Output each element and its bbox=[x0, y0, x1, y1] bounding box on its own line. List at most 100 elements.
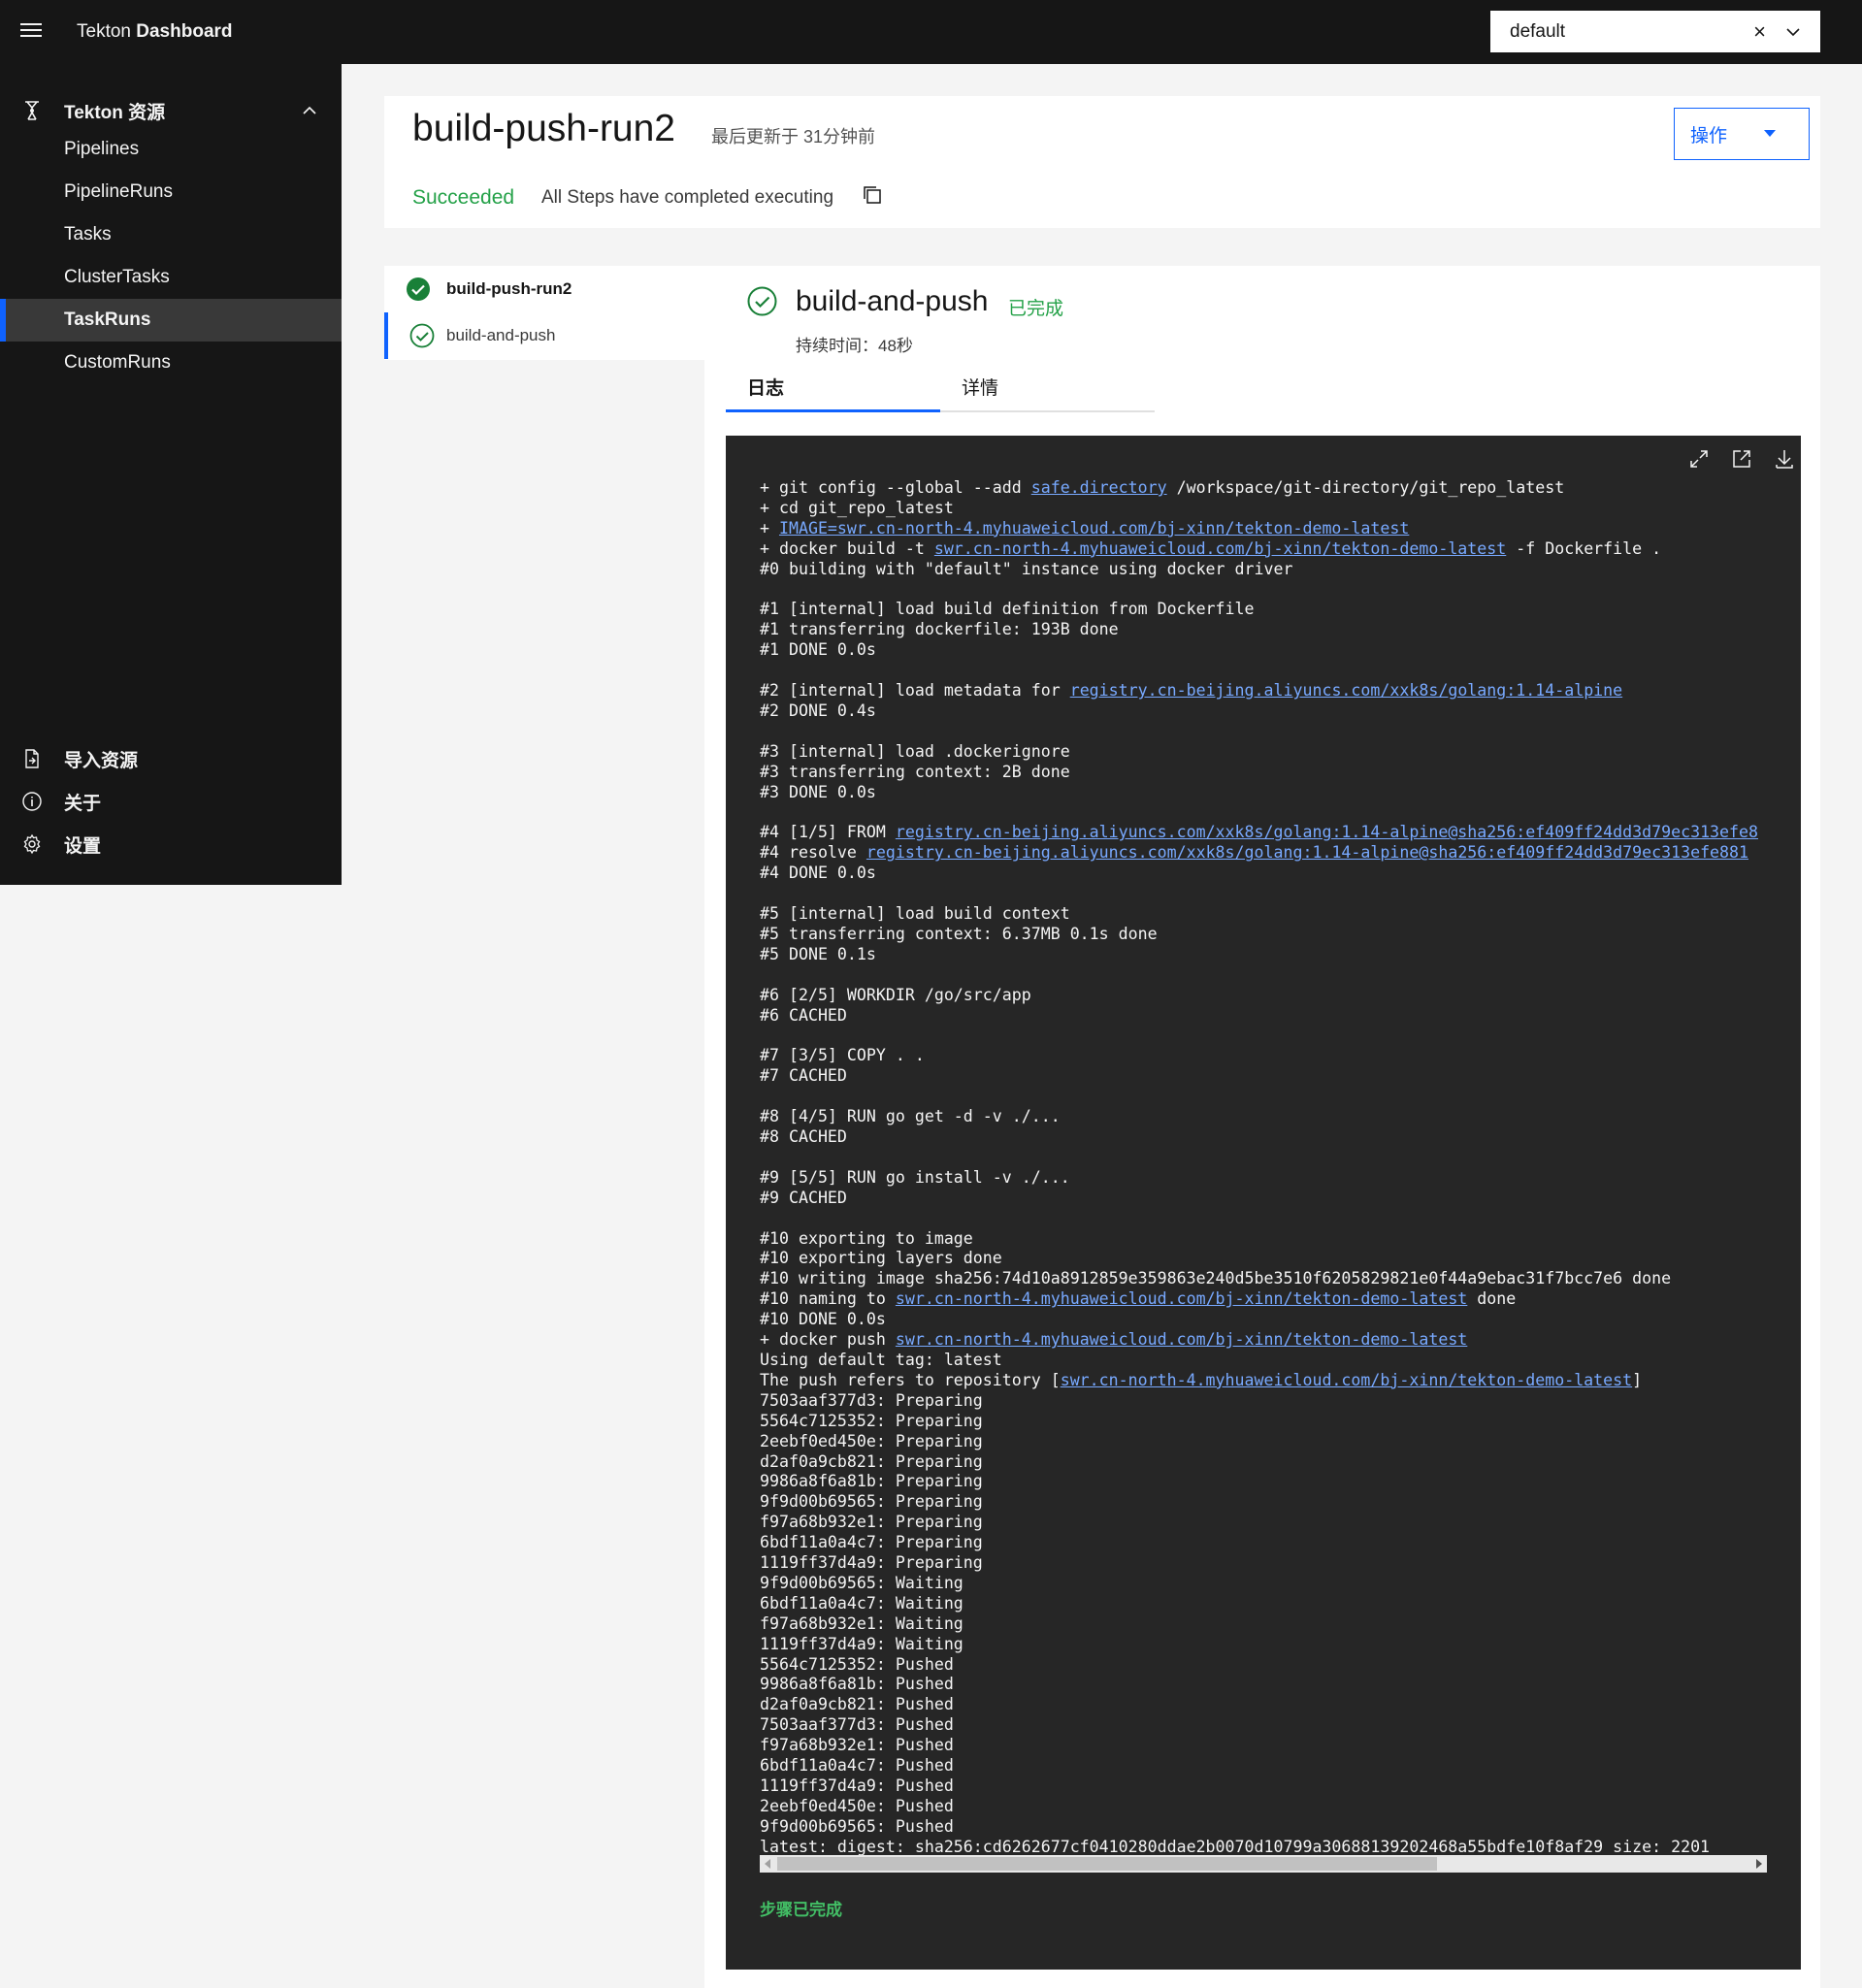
log-link[interactable]: registry.cn-beijing.aliyuncs.com/xxk8s/g… bbox=[1070, 681, 1622, 700]
sidebar-item-settings[interactable]: 设置 bbox=[0, 823, 342, 865]
actions-button[interactable]: 操作 bbox=[1674, 108, 1810, 160]
log-line: #4 resolve registry.cn-beijing.aliyuncs.… bbox=[760, 843, 1749, 863]
log-link[interactable]: swr.cn-north-4.myhuaweicloud.com/bj-xinn… bbox=[934, 539, 1506, 558]
log-line: #9 [5/5] RUN go install -v ./... bbox=[760, 1167, 1070, 1187]
log-line: #6 [2/5] WORKDIR /go/src/app bbox=[760, 985, 1031, 1004]
scrollbar-thumb[interactable] bbox=[777, 1857, 1437, 1871]
log-container: + git config --global --add safe.directo… bbox=[726, 436, 1801, 1970]
status-label: Succeeded bbox=[412, 186, 515, 209]
sidebar-item-about[interactable]: 关于 bbox=[0, 780, 342, 823]
top-header: Tekton Dashboard default × bbox=[0, 0, 1862, 64]
chevron-up-icon[interactable] bbox=[301, 102, 318, 119]
settings-label: 设置 bbox=[64, 835, 102, 857]
log-line: f97a68b932e1: Pushed bbox=[760, 1736, 954, 1755]
sidebar: Tekton 资源 Pipelines PipelineRuns Tasks C… bbox=[0, 64, 342, 885]
check-outline-icon bbox=[747, 286, 777, 316]
log-line: #4 DONE 0.0s bbox=[760, 864, 876, 883]
log-line: #5 [internal] load build context bbox=[760, 904, 1070, 924]
log-line: #5 transferring context: 6.37MB 0.1s don… bbox=[760, 924, 1158, 943]
about-label: 关于 bbox=[64, 793, 102, 814]
sidebar-item-pipelines[interactable]: Pipelines bbox=[0, 128, 342, 171]
log-line: #8 CACHED bbox=[760, 1127, 847, 1146]
tree-item-task[interactable]: build-and-push bbox=[384, 312, 708, 359]
sidebar-item-customruns[interactable]: CustomRuns bbox=[0, 342, 342, 384]
status-message: All Steps have completed executing bbox=[541, 187, 834, 208]
sidebar-item-import-resources[interactable]: 导入资源 bbox=[0, 737, 342, 780]
log-line: #1 transferring dockerfile: 193B done bbox=[760, 620, 1119, 639]
maximize-icon[interactable] bbox=[1687, 447, 1711, 471]
sidebar-item-tasks[interactable]: Tasks bbox=[0, 213, 342, 256]
log-line: #7 CACHED bbox=[760, 1066, 847, 1086]
log-line: 1119ff37d4a9: Preparing bbox=[760, 1553, 983, 1573]
log-line: 9f9d00b69565: Pushed bbox=[760, 1816, 954, 1836]
page-title: build-push-run2 bbox=[412, 108, 676, 149]
log-line: + docker build -t swr.cn-north-4.myhuawe… bbox=[760, 538, 1662, 558]
sidebar-item-clustertasks[interactable]: ClusterTasks bbox=[0, 256, 342, 299]
log-line: #2 [internal] load metadata for registry… bbox=[760, 681, 1623, 701]
brand-bold: Dashboard bbox=[136, 21, 233, 42]
log-line: d2af0a9cb821: Preparing bbox=[760, 1451, 983, 1471]
chevron-down-icon[interactable] bbox=[1785, 24, 1801, 40]
gear-icon bbox=[23, 833, 41, 855]
log-link[interactable]: registry.cn-beijing.aliyuncs.com/xxk8s/g… bbox=[866, 843, 1748, 862]
launch-icon[interactable] bbox=[1730, 447, 1753, 471]
info-icon bbox=[22, 792, 42, 811]
step-details: build-and-push 已完成 持续时间：48秒 日志 详情 + git … bbox=[704, 266, 1820, 1988]
log-line: 5564c7125352: Preparing bbox=[760, 1411, 983, 1430]
tree-task-label: build-and-push bbox=[446, 326, 556, 344]
log-line: 9f9d00b69565: Preparing bbox=[760, 1492, 983, 1512]
log-line: #0 building with "default" instance usin… bbox=[760, 559, 1293, 578]
log-link[interactable]: safe.directory bbox=[1031, 478, 1167, 497]
step-status: 已完成 bbox=[1008, 299, 1064, 319]
log-line: 6bdf11a0a4c7: Pushed bbox=[760, 1756, 954, 1776]
log-link[interactable]: swr.cn-north-4.myhuaweicloud.com/bj-xinn… bbox=[896, 1330, 1467, 1349]
brand-main: Tekton bbox=[77, 21, 131, 42]
log-line: 6bdf11a0a4c7: Waiting bbox=[760, 1593, 964, 1613]
log-line: #4 [1/5] FROM registry.cn-beijing.aliyun… bbox=[760, 823, 1759, 842]
log-link[interactable]: swr.cn-north-4.myhuaweicloud.com/bj-xinn… bbox=[1061, 1371, 1632, 1389]
sidebar-item-pipelineruns[interactable]: PipelineRuns bbox=[0, 171, 342, 213]
tab-logs[interactable]: 日志 bbox=[726, 366, 940, 412]
log-link[interactable]: swr.cn-north-4.myhuaweicloud.com/bj-xinn… bbox=[896, 1289, 1467, 1308]
horizontal-scrollbar[interactable] bbox=[760, 1855, 1767, 1873]
app-title[interactable]: Tekton Dashboard bbox=[77, 0, 233, 64]
log-line: #3 [internal] load .dockerignore bbox=[760, 741, 1070, 761]
copy-icon[interactable] bbox=[862, 184, 883, 206]
sidebar-section-tekton-resources[interactable]: Tekton 资源 bbox=[0, 89, 342, 132]
caret-down-icon bbox=[1764, 130, 1776, 137]
log-link[interactable]: IMAGE=swr.cn-north-4.myhuaweicloud.com/b… bbox=[779, 519, 1409, 538]
step-tabs: 日志 详情 bbox=[726, 366, 1155, 412]
log-line: Using default tag: latest bbox=[760, 1350, 1002, 1369]
menu-icon[interactable] bbox=[20, 19, 44, 43]
tab-details[interactable]: 详情 bbox=[940, 366, 1155, 412]
step-complete-label: 步骤已完成 bbox=[760, 1901, 842, 1919]
tree-item-run[interactable]: build-push-run2 bbox=[384, 266, 704, 312]
sidebar-item-taskruns[interactable]: TaskRuns bbox=[0, 299, 342, 342]
sidebar-section-label: Tekton 资源 bbox=[64, 102, 166, 123]
scroll-left-arrow[interactable] bbox=[765, 1859, 770, 1869]
log-line: #10 exporting layers done bbox=[760, 1249, 1002, 1268]
log-line: 9986a8f6a81b: Pushed bbox=[760, 1675, 954, 1694]
run-header: build-push-run2 最后更新于 31分钟前 Succeeded Al… bbox=[384, 96, 1820, 228]
log-link[interactable]: registry.cn-beijing.aliyuncs.com/xxk8s/g… bbox=[896, 823, 1758, 841]
clear-icon[interactable]: × bbox=[1753, 20, 1766, 43]
log-line: 2eebf0ed450e: Preparing bbox=[760, 1431, 983, 1450]
tree-run-label: build-push-run2 bbox=[446, 279, 572, 298]
log-line: #5 DONE 0.1s bbox=[760, 944, 876, 963]
log-line: #7 [3/5] COPY . . bbox=[760, 1046, 925, 1065]
log-line: + docker push swr.cn-north-4.myhuaweiclo… bbox=[760, 1330, 1468, 1350]
log-line: 2eebf0ed450e: Pushed bbox=[760, 1796, 954, 1815]
log-line: #9 CACHED bbox=[760, 1188, 847, 1207]
import-resources-label: 导入资源 bbox=[64, 750, 139, 771]
namespace-select[interactable]: default × bbox=[1490, 11, 1820, 52]
download-icon[interactable] bbox=[1773, 447, 1796, 471]
log-output[interactable]: + git config --global --add safe.directo… bbox=[760, 478, 1767, 1858]
scroll-right-arrow[interactable] bbox=[1756, 1859, 1762, 1869]
log-line: The push refers to repository [swr.cn-no… bbox=[760, 1370, 1643, 1389]
